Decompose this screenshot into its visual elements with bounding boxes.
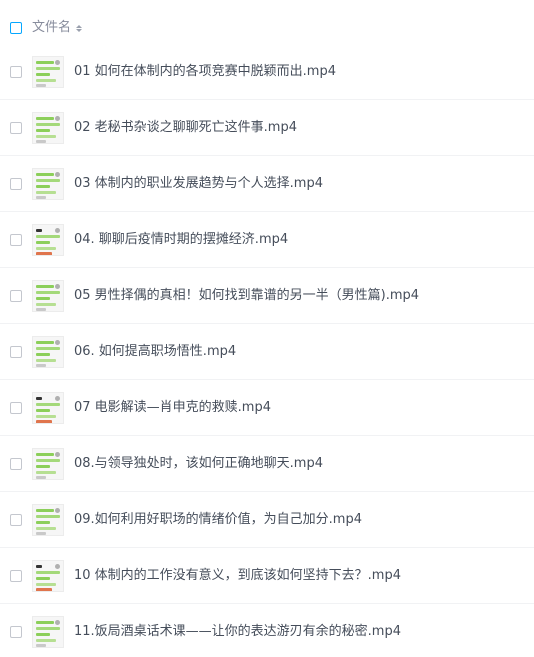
file-name[interactable]: 10 体制内的工作没有意义，到底该如何坚持下去？.mp4: [74, 567, 401, 585]
file-name[interactable]: 07 电影解读—肖申克的救赎.mp4: [74, 399, 271, 417]
video-thumbnail[interactable]: [32, 168, 64, 200]
file-row[interactable]: 01 如何在体制内的各项竞赛中脱颖而出.mp4: [0, 44, 534, 100]
row-checkbox[interactable]: [10, 626, 22, 638]
row-checkbox[interactable]: [10, 458, 22, 470]
file-name[interactable]: 04. 聊聊后疫情时期的摆摊经济.mp4: [74, 231, 288, 249]
video-thumbnail[interactable]: [32, 56, 64, 88]
file-row[interactable]: 03 体制内的职业发展趋势与个人选择.mp4: [0, 156, 534, 212]
video-thumbnail[interactable]: [32, 504, 64, 536]
file-rows: 01 如何在体制内的各项竞赛中脱颖而出.mp4 02 老秘书杂谈之聊聊死亡这件事.…: [0, 44, 534, 657]
row-checkbox[interactable]: [10, 514, 22, 526]
file-name[interactable]: 01 如何在体制内的各项竞赛中脱颖而出.mp4: [74, 63, 336, 81]
video-thumbnail[interactable]: [32, 280, 64, 312]
file-row[interactable]: 08.与领导独处时，该如何正确地聊天.mp4: [0, 436, 534, 492]
row-checkbox[interactable]: [10, 122, 22, 134]
video-thumbnail[interactable]: [32, 224, 64, 256]
file-name[interactable]: 08.与领导独处时，该如何正确地聊天.mp4: [74, 455, 323, 473]
row-checkbox[interactable]: [10, 402, 22, 414]
video-thumbnail[interactable]: [32, 112, 64, 144]
row-checkbox[interactable]: [10, 178, 22, 190]
file-row[interactable]: 09.如何利用好职场的情绪价值，为自己加分.mp4: [0, 492, 534, 548]
file-row[interactable]: 05 男性择偶的真相！如何找到靠谱的另一半（男性篇).mp4: [0, 268, 534, 324]
file-row[interactable]: 11.饭局酒桌话术课——让你的表达游刃有余的秘密.mp4: [0, 604, 534, 657]
video-thumbnail[interactable]: [32, 448, 64, 480]
select-all-checkbox[interactable]: [10, 22, 22, 34]
file-name[interactable]: 05 男性择偶的真相！如何找到靠谱的另一半（男性篇).mp4: [74, 287, 419, 305]
column-header-filename[interactable]: 文件名: [32, 19, 83, 37]
file-row[interactable]: 04. 聊聊后疫情时期的摆摊经济.mp4: [0, 212, 534, 268]
row-checkbox[interactable]: [10, 66, 22, 78]
file-name[interactable]: 03 体制内的职业发展趋势与个人选择.mp4: [74, 175, 323, 193]
video-thumbnail[interactable]: [32, 560, 64, 592]
row-checkbox[interactable]: [10, 346, 22, 358]
video-thumbnail[interactable]: [32, 392, 64, 424]
row-checkbox[interactable]: [10, 290, 22, 302]
row-checkbox[interactable]: [10, 570, 22, 582]
file-row[interactable]: 10 体制内的工作没有意义，到底该如何坚持下去？.mp4: [0, 548, 534, 604]
video-thumbnail[interactable]: [32, 336, 64, 368]
file-name[interactable]: 06. 如何提高职场悟性.mp4: [74, 343, 236, 361]
file-name[interactable]: 09.如何利用好职场的情绪价值，为自己加分.mp4: [74, 511, 362, 529]
file-row[interactable]: 06. 如何提高职场悟性.mp4: [0, 324, 534, 380]
file-row[interactable]: 02 老秘书杂谈之聊聊死亡这件事.mp4: [0, 100, 534, 156]
file-name[interactable]: 11.饭局酒桌话术课——让你的表达游刃有余的秘密.mp4: [74, 623, 401, 641]
video-thumbnail[interactable]: [32, 616, 64, 648]
row-checkbox[interactable]: [10, 234, 22, 246]
column-title: 文件名: [32, 20, 72, 35]
sort-icon[interactable]: [76, 24, 83, 32]
file-row[interactable]: 07 电影解读—肖申克的救赎.mp4: [0, 380, 534, 436]
file-name[interactable]: 02 老秘书杂谈之聊聊死亡这件事.mp4: [74, 119, 297, 137]
file-list: 文件名 01 如何在体制内的各项竞赛中脱颖而出.mp4 02 老秘书杂谈之聊聊死亡…: [0, 0, 534, 657]
